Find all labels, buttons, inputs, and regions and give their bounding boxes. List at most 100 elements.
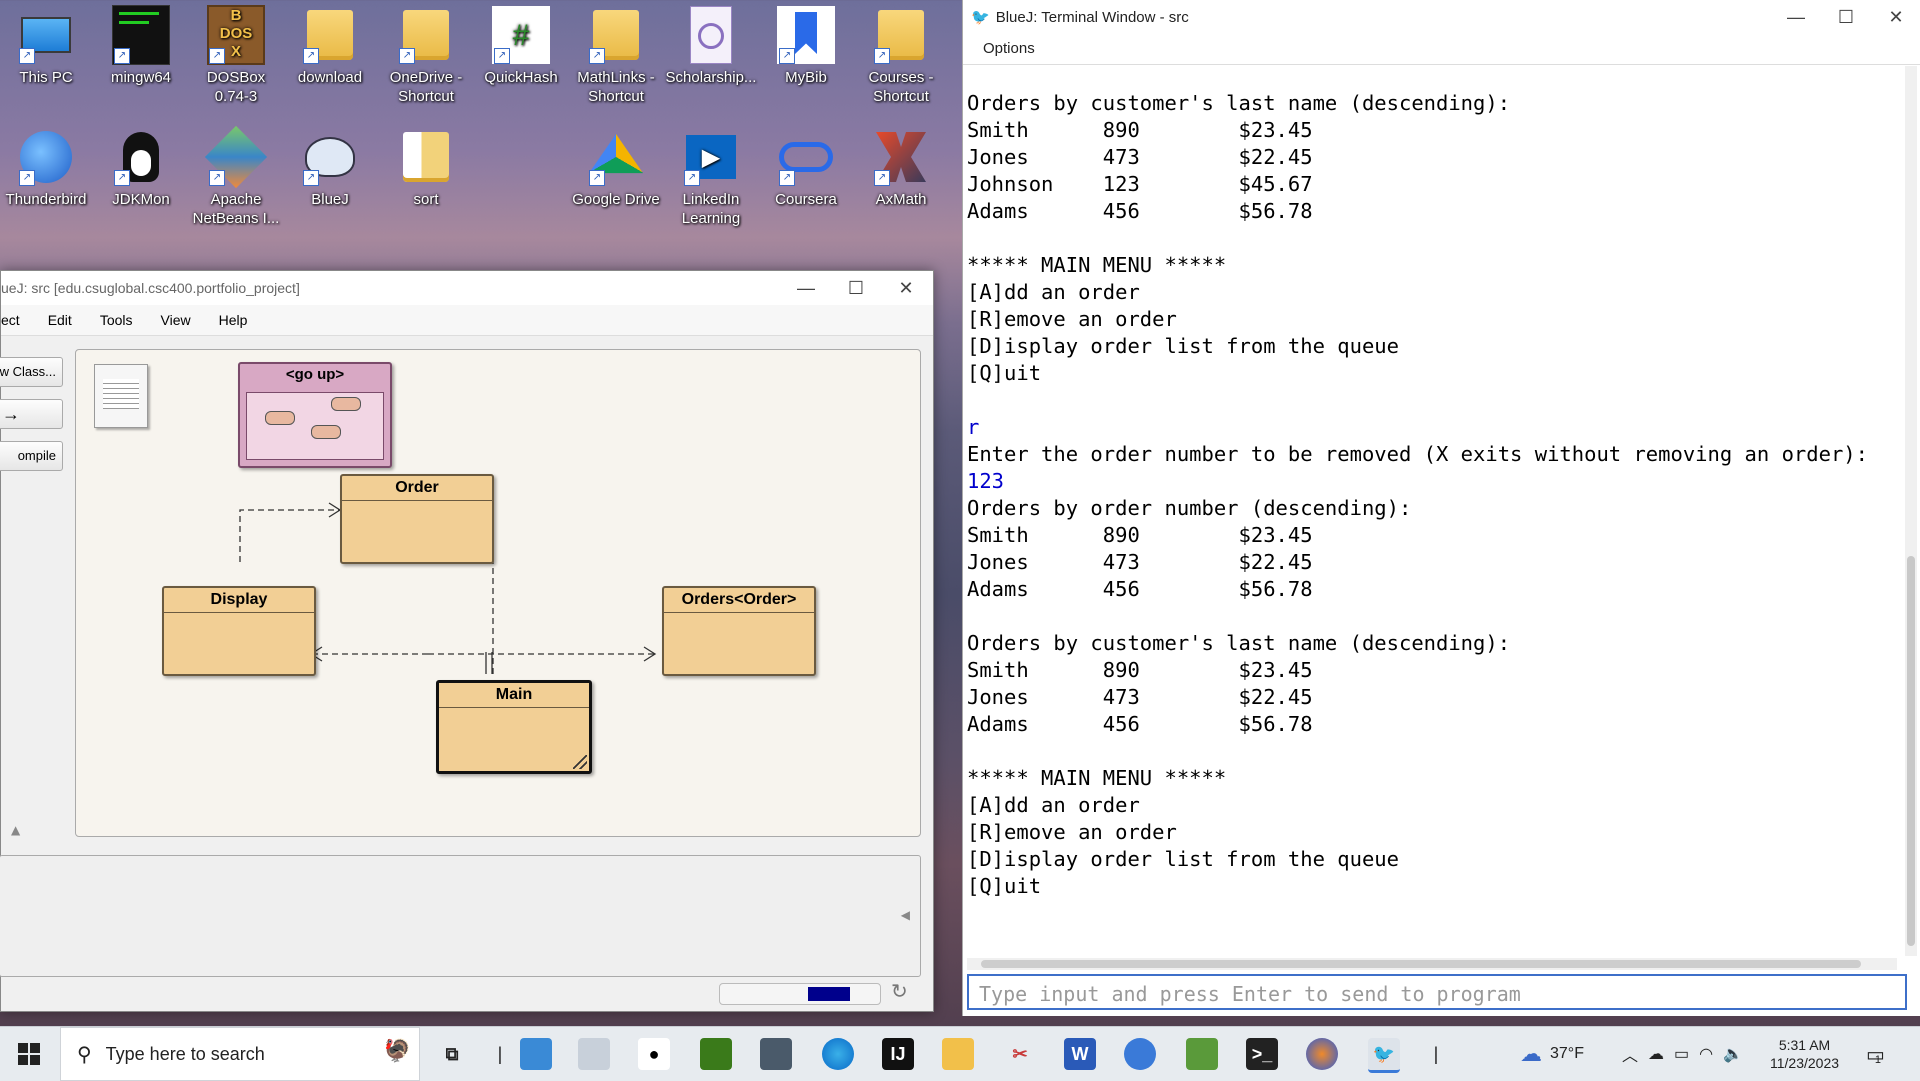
onedrive-icon[interactable]: ☁ [1648, 1044, 1664, 1064]
menu-edit[interactable]: Edit [34, 312, 86, 328]
notification-icon[interactable]: ▭ 1 [1866, 1027, 1885, 1081]
go-up-package[interactable]: <go up> [238, 362, 392, 468]
terminal-line: Enter the order number to be removed (X … [967, 442, 1868, 466]
battery-icon[interactable]: ▭ [1674, 1044, 1689, 1064]
axmath-icon: ↗ [872, 128, 930, 186]
desktop-icon-download[interactable]: ↗ download [284, 6, 376, 87]
window-title: BlueJ: Terminal Window - src [995, 8, 1189, 26]
terminal-line: Orders by customer's last name (descendi… [967, 631, 1511, 655]
desktop-icon-label: QuickHash [484, 69, 558, 86]
app-icon-1[interactable] [520, 1038, 552, 1070]
volume-icon[interactable]: 🔈 [1723, 1044, 1743, 1064]
desktop-icon-coursera[interactable]: ↗ Coursera [760, 128, 852, 209]
collapse-left-icon[interactable]: ◀ [901, 908, 910, 922]
app-icon-3[interactable] [700, 1038, 732, 1070]
class-name: Main [439, 683, 589, 708]
terminal-line: Jones 473 $22.45 [967, 685, 1313, 709]
calculator-icon[interactable] [760, 1038, 792, 1070]
app-icon-2[interactable] [578, 1038, 610, 1070]
terminal-output[interactable]: Orders by customer's last name (descendi… [967, 90, 1897, 900]
vertical-scrollbar[interactable] [1905, 66, 1917, 956]
penguin-icon: ↗ [112, 128, 170, 186]
jdkmon-taskbar-icon[interactable]: ● [638, 1038, 670, 1070]
close-button[interactable]: ✕ [881, 271, 931, 305]
class-main[interactable]: Main [436, 680, 592, 774]
desktop-icon-courses[interactable]: ↗ Courses - Shortcut [855, 6, 947, 106]
word-icon[interactable]: W [1064, 1038, 1096, 1070]
bluej-taskbar-icon[interactable]: 🐦 [1368, 1038, 1400, 1073]
minimize-button[interactable]: — [781, 271, 831, 305]
title-bar[interactable]: 🐦 BlueJ: Terminal Window - src — ☐ ✕ [963, 0, 1920, 34]
bluej-project-window: ueJ: src [edu.csuglobal.csc400.portfolio… [0, 270, 934, 1012]
menu-project[interactable]: ect [1, 312, 34, 328]
chevron-up-icon[interactable]: ︿ [1622, 1042, 1638, 1066]
terminal-icon[interactable]: >_ [1246, 1038, 1278, 1070]
desktop-icon-sort[interactable]: sort [380, 128, 472, 209]
maximize-button[interactable]: ☐ [831, 271, 881, 305]
edge-browser-icon[interactable] [822, 1038, 854, 1070]
desktop-icon-thunderbird[interactable]: ↗ Thunderbird [0, 128, 92, 209]
menu-tools[interactable]: Tools [86, 312, 147, 328]
firefox-icon[interactable] [1306, 1038, 1338, 1070]
desktop-icon-google-drive[interactable]: ↗ Google Drive [570, 128, 662, 209]
minimize-button[interactable]: — [1771, 0, 1821, 34]
close-button[interactable]: ✕ [1871, 0, 1920, 34]
reset-vm-icon[interactable]: ↻ [891, 979, 908, 1003]
folder-icon: ↗ [587, 6, 645, 64]
terminal-line: Smith 890 $23.45 [967, 523, 1313, 547]
taskbar-search[interactable]: ⚲ Type here to search 🦃 [60, 1027, 420, 1081]
menu-view[interactable]: View [147, 312, 205, 328]
class-name: Order [342, 476, 492, 501]
title-bar[interactable]: ueJ: src [edu.csuglobal.csc400.portfolio… [1, 271, 933, 305]
desktop-icon-netbeans[interactable]: ↗ Apache NetBeans I... [190, 125, 282, 228]
desktop-icon-label: BlueJ [311, 191, 349, 208]
readme-icon[interactable] [94, 364, 148, 428]
app-icon-4[interactable] [1124, 1038, 1156, 1070]
desktop-icon-onedrive[interactable]: ↗ OneDrive - Shortcut [380, 6, 472, 106]
terminal-input[interactable]: Type input and press Enter to send to pr… [967, 974, 1907, 1010]
clock[interactable]: 5:31 AM 11/23/2023 [1770, 1027, 1839, 1081]
desktop-icon-mingw64[interactable]: ↗ mingw64 [95, 5, 187, 87]
resize-handle-icon[interactable] [573, 755, 587, 769]
desktop-icon-label: Apache NetBeans I... [192, 191, 280, 227]
new-class-button[interactable]: w Class... [0, 357, 63, 387]
object-bench[interactable]: ◀ [0, 855, 921, 977]
intellij-icon[interactable]: IJ [882, 1038, 914, 1070]
weather-widget[interactable]: ☁ 37°F [1520, 1027, 1584, 1081]
terminal-window: 🐦 BlueJ: Terminal Window - src — ☐ ✕ Opt… [962, 0, 1920, 1016]
compile-button[interactable]: ompile [0, 441, 63, 471]
desktop-icon-label: This PC [19, 69, 73, 86]
play-icon: ▶ ↗ [682, 128, 740, 186]
desktop-icon-quickhash[interactable]: # ↗ QuickHash [475, 6, 567, 87]
snipping-tool-icon[interactable]: ✂ [1004, 1038, 1036, 1070]
wifi-icon[interactable]: ◠ [1699, 1044, 1713, 1064]
class-orders[interactable]: Orders<Order> [662, 586, 816, 676]
desktop-icon-scholarship[interactable]: Scholarship... [665, 6, 757, 87]
windows-start-icon[interactable] [18, 1043, 40, 1065]
go-up-label: <go up> [285, 366, 345, 383]
folder-icon: ↗ [397, 6, 455, 64]
class-display[interactable]: Display [162, 586, 316, 676]
horizontal-scrollbar[interactable] [967, 958, 1897, 970]
collapse-up-icon[interactable]: ▲ [11, 823, 20, 837]
maximize-button[interactable]: ☐ [1821, 0, 1871, 34]
desktop-icon-linkedin-learning[interactable]: ▶ ↗ LinkedIn Learning [665, 128, 757, 228]
desktop-icon-bluej[interactable]: ↗ BlueJ [284, 128, 376, 209]
desktop-icon-mathlinks[interactable]: ↗ MathLinks - Shortcut [570, 6, 662, 106]
desktop-icon-label: DOSBox 0.74-3 [206, 69, 266, 105]
task-view-icon[interactable]: ⧉ [436, 1038, 468, 1070]
menu-help[interactable]: Help [205, 312, 262, 328]
app-icon-5[interactable] [1186, 1038, 1218, 1070]
desktop-icon-jdkmon[interactable]: ↗ JDKMon [95, 128, 187, 209]
new-arrow-button[interactable]: → [0, 399, 63, 429]
desktop-icon-this-pc[interactable]: ↗ This PC [0, 6, 92, 87]
class-order[interactable]: Order [340, 474, 494, 564]
desktop-icon-dosbox[interactable]: B DOS X ↗ DOSBox 0.74-3 [190, 5, 282, 106]
menu-options[interactable]: Options [963, 34, 1920, 65]
desktop-icon-label: JDKMon [112, 191, 170, 208]
file-explorer-icon[interactable] [942, 1038, 974, 1070]
desktop-icon-mybib[interactable]: ↗ MyBib [760, 6, 852, 87]
desktop-icon-axmath[interactable]: ↗ AxMath [855, 128, 947, 209]
class-diagram-canvas[interactable]: <go up> Order Display Orders<Order> Main [75, 349, 921, 837]
